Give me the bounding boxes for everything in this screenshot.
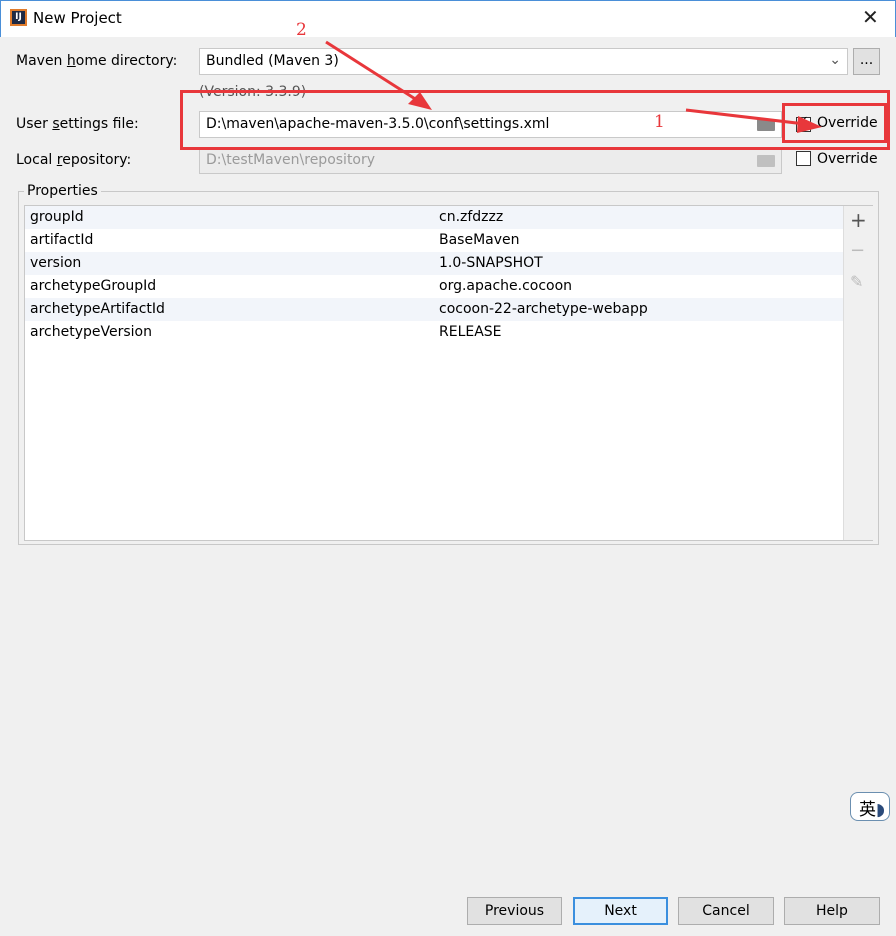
- annotation-arrowhead-1: [797, 116, 822, 133]
- annotation-arrow-2: [325, 40, 421, 104]
- annotation-label-1: 1: [654, 112, 665, 132]
- annotation-arrow-1: [685, 108, 806, 126]
- annotation-arrowhead-2: [408, 92, 432, 110]
- annotation-arrows: [325, 40, 822, 133]
- annotation-label-2: 2: [296, 20, 307, 40]
